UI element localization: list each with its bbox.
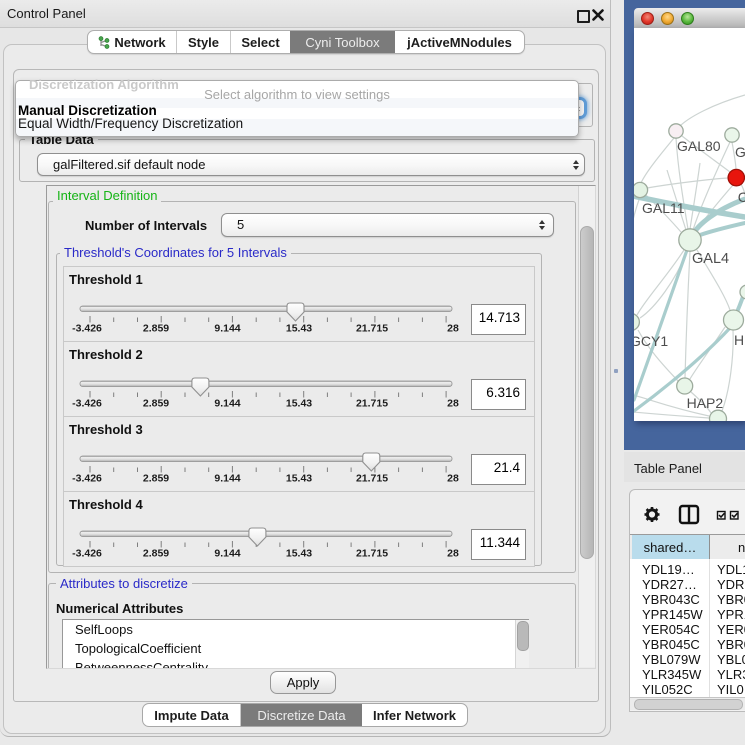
svg-text:15.43: 15.43 bbox=[286, 472, 312, 484]
svg-text:HI: HI bbox=[734, 332, 745, 348]
svg-text:15.43: 15.43 bbox=[286, 322, 312, 334]
svg-text:GAL11: GAL11 bbox=[642, 200, 685, 216]
svg-text:28: 28 bbox=[447, 397, 459, 409]
svg-text:C: C bbox=[738, 189, 745, 205]
svg-text:21.715: 21.715 bbox=[356, 322, 388, 334]
svg-text:28: 28 bbox=[447, 472, 459, 484]
svg-text:2.859: 2.859 bbox=[143, 472, 169, 484]
svg-text:9.144: 9.144 bbox=[214, 322, 240, 334]
svg-text:9.144: 9.144 bbox=[214, 472, 240, 484]
svg-text:GA: GA bbox=[735, 144, 745, 160]
svg-text:-3.426: -3.426 bbox=[72, 547, 102, 559]
svg-text:9.144: 9.144 bbox=[214, 547, 240, 559]
svg-text:2.859: 2.859 bbox=[143, 397, 169, 409]
svg-text:28: 28 bbox=[447, 547, 459, 559]
svg-text:21.715: 21.715 bbox=[356, 547, 388, 559]
svg-text:-3.426: -3.426 bbox=[72, 322, 102, 334]
svg-text:28: 28 bbox=[447, 322, 459, 334]
svg-text:GCY1: GCY1 bbox=[634, 333, 668, 349]
svg-text:15.43: 15.43 bbox=[286, 547, 312, 559]
svg-text:2.859: 2.859 bbox=[143, 322, 169, 334]
svg-text:21.715: 21.715 bbox=[356, 472, 388, 484]
svg-text:GAL80: GAL80 bbox=[677, 138, 721, 154]
svg-text:-3.426: -3.426 bbox=[72, 397, 102, 409]
svg-text:2.859: 2.859 bbox=[143, 547, 169, 559]
svg-text:HAP2: HAP2 bbox=[687, 395, 724, 411]
svg-text:9.144: 9.144 bbox=[214, 397, 240, 409]
svg-text:15.43: 15.43 bbox=[286, 397, 312, 409]
svg-text:-3.426: -3.426 bbox=[72, 472, 102, 484]
svg-text:GAL4: GAL4 bbox=[692, 251, 729, 267]
svg-text:21.715: 21.715 bbox=[356, 397, 388, 409]
